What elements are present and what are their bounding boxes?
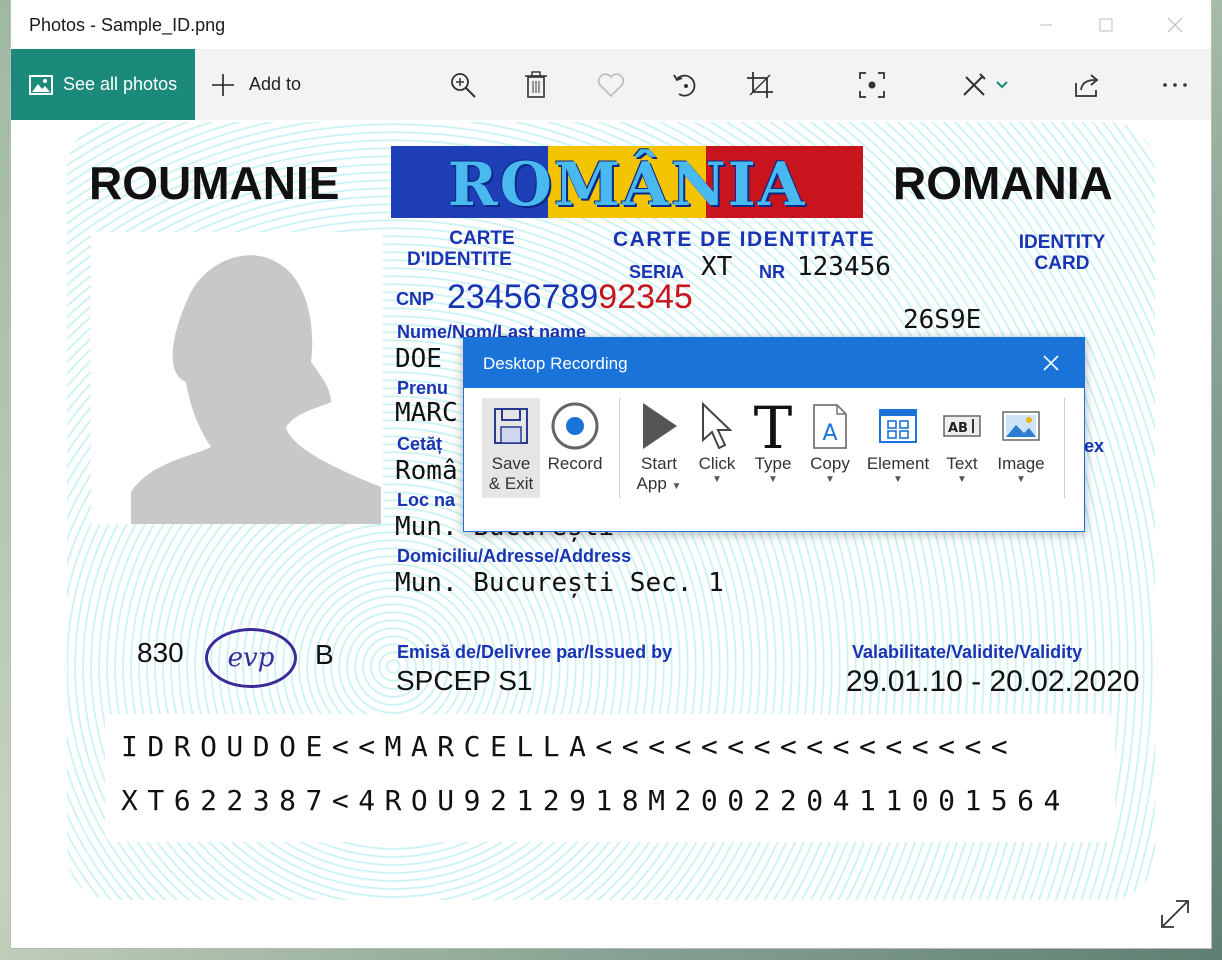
crop-icon[interactable]: [744, 69, 776, 101]
gallery-icon: [29, 74, 53, 95]
add-to-button[interactable]: Add to: [211, 49, 301, 120]
fullscreen-icon[interactable]: [1158, 897, 1192, 931]
svg-text:A: A: [822, 421, 837, 446]
carte-fr-2: D'IDENTITE: [407, 249, 512, 270]
more-icon[interactable]: [1159, 69, 1191, 101]
issued-value: SPCEP S1: [396, 665, 533, 696]
see-all-photos-button[interactable]: See all photos: [11, 49, 195, 120]
desktop-recording-dialog: Desktop Recording Save & Exit Record Sta…: [463, 337, 1085, 532]
copy-icon: A: [813, 404, 847, 449]
click-button[interactable]: Click ▼: [692, 398, 742, 498]
save-exit-button[interactable]: Save & Exit: [482, 398, 540, 498]
minimize-button[interactable]: [1023, 8, 1069, 42]
toolbar: See all photos Add to: [11, 49, 1211, 120]
share-icon[interactable]: [1072, 69, 1104, 101]
validity-label: Valabilitate/Validite/Validity: [852, 642, 1083, 662]
zoom-in-icon[interactable]: [447, 69, 479, 101]
window-title: Photos - Sample_ID.png: [29, 15, 226, 35]
maximize-button[interactable]: [1083, 8, 1129, 42]
type-button[interactable]: T Type ▼: [748, 398, 798, 498]
citizenship-label: Cetăț: [397, 434, 443, 454]
cnp-label: CNP: [396, 289, 435, 309]
add-to-label: Add to: [249, 74, 302, 94]
title-bar: Photos - Sample_ID.png: [11, 0, 1211, 49]
card-left-title: ROUMANIE: [89, 157, 340, 209]
first-name-value: MARC: [395, 398, 458, 428]
favorite-icon[interactable]: [595, 69, 627, 101]
maximize-icon: [1099, 18, 1113, 32]
close-icon: [1043, 355, 1059, 371]
delete-icon[interactable]: [520, 69, 552, 101]
image-icon: [1002, 411, 1040, 441]
issued-label: Emisă de/Delivree par/Issued by: [397, 642, 673, 662]
element-button[interactable]: Element ▼: [864, 398, 932, 498]
visual-search-icon[interactable]: [856, 69, 888, 101]
rotate-icon[interactable]: [669, 69, 701, 101]
mrz-line-2: XT622387<4ROU9212918M200220411001564: [121, 784, 1070, 817]
dialog-header: Desktop Recording: [464, 338, 1084, 388]
cnp-value: 2345678992345: [447, 278, 693, 316]
close-button[interactable]: [1152, 8, 1198, 42]
identity-2: CARD: [1034, 253, 1090, 274]
identity-1: IDENTITY: [1018, 232, 1106, 253]
save-icon: [494, 408, 528, 444]
first-name-label: Prenu: [397, 378, 449, 398]
record-button[interactable]: Record: [546, 398, 604, 498]
dialog-close-button[interactable]: [1036, 348, 1066, 378]
close-icon: [1167, 17, 1183, 33]
start-app-button[interactable]: Start App ▼: [630, 398, 688, 498]
text-button[interactable]: AB Text ▼: [938, 398, 986, 498]
address-label: Domiciliu/Adresse/Address: [397, 546, 632, 566]
separator: [619, 398, 620, 498]
nr-value: 123456: [797, 252, 891, 282]
mrz-zone: IDROUDOE<<MARCELLA<<<<<<<<<<<<<<<< XT622…: [105, 714, 1115, 842]
minimize-icon: [1040, 24, 1052, 26]
element-icon: [879, 409, 917, 443]
card-code: 26S9E: [903, 305, 982, 335]
name-value: DOE: [395, 344, 442, 374]
see-all-label: See all photos: [63, 74, 178, 94]
svg-text:T: T: [754, 400, 793, 452]
address-value: Mun. București Sec. 1: [395, 568, 724, 598]
romania-banner: ROMÂNIA: [391, 146, 863, 218]
image-viewer: ROUMANIE ROMÂNIA ROMANIA CARTE D'IDENTIT…: [11, 120, 1211, 948]
sex-label: ex: [1084, 436, 1105, 456]
separator: [1064, 398, 1065, 498]
dialog-title: Desktop Recording: [483, 354, 628, 373]
nr-label: NR: [759, 262, 785, 282]
text-type-icon: T: [754, 400, 793, 452]
validity-value: 29.01.10 - 20.02.2020: [846, 665, 1140, 698]
birth-place-label: Loc na: [397, 490, 456, 510]
edit-icon[interactable]: [958, 69, 990, 101]
card-number-830: 830: [137, 637, 184, 668]
plus-icon: [212, 73, 234, 96]
card-right-title: ROMANIA: [893, 157, 1113, 209]
banner-text: ROMÂNIA: [447, 150, 807, 218]
record-icon: [551, 402, 599, 450]
cursor-icon: [702, 402, 733, 450]
text-field-icon: AB: [943, 415, 981, 437]
evp-logo: evp: [205, 628, 297, 688]
carte-ro: CARTE DE IDENTITATE: [613, 228, 876, 251]
carte-fr-1: CARTE: [449, 228, 515, 249]
seria-value: XT: [701, 252, 733, 282]
copy-button[interactable]: A Copy ▼: [804, 398, 856, 498]
svg-text:AB: AB: [948, 421, 968, 436]
image-button[interactable]: Image ▼: [992, 398, 1050, 498]
letter-b: B: [315, 639, 334, 670]
play-icon: [643, 403, 677, 449]
edit-dropdown-chevron-icon[interactable]: [993, 69, 1011, 101]
mrz-line-1: IDROUDOE<<MARCELLA<<<<<<<<<<<<<<<<: [121, 730, 1018, 763]
portrait-silhouette: [91, 232, 383, 524]
citizenship-value: Româ: [395, 456, 458, 486]
